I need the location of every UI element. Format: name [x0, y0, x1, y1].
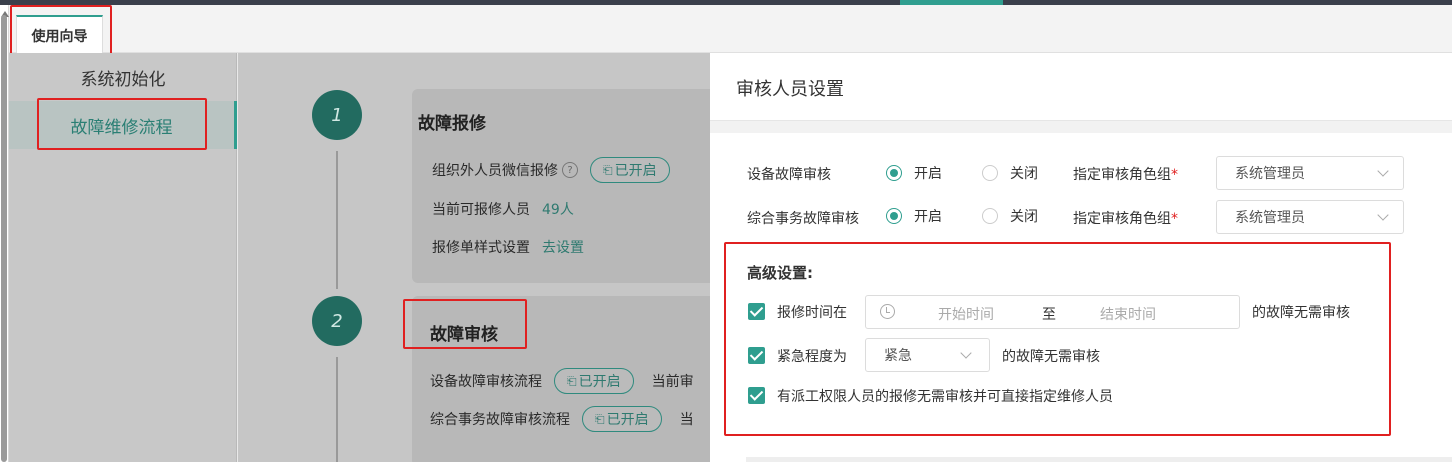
sidebar-item-init[interactable]: 系统初始化	[9, 53, 237, 101]
general-review-label: 综合事务故障审核	[747, 211, 859, 227]
row-trail: 当	[679, 412, 694, 428]
drawer-bottom-section	[746, 457, 1452, 462]
highlight-box-advanced	[724, 242, 1391, 436]
required-mark: *	[1171, 211, 1178, 227]
device-review-off-radio[interactable]	[982, 165, 998, 181]
row-trail: 当前审	[651, 374, 694, 390]
radio-label[interactable]: 关闭	[1010, 206, 1038, 226]
device-review-label: 设备故障审核	[747, 167, 831, 183]
row-label: 当前可报修人员	[432, 202, 530, 218]
device-role-select[interactable]: 系统管理员	[1216, 156, 1404, 190]
help-icon[interactable]: ?	[562, 162, 578, 178]
step-card-report: 故障报修 组织外人员微信报修 ? ⎗ 已开启 当前可报修人员 49人 报修单样式设…	[412, 89, 710, 283]
row-label: 组织外人员微信报修	[432, 163, 558, 179]
role-group-label-text: 指定审核角色组	[1073, 167, 1171, 183]
row-style: 报修单样式设置 去设置	[432, 237, 584, 257]
step-number-2: 2	[312, 296, 362, 346]
chevron-down-icon	[1377, 209, 1389, 221]
status-tag-label: 已开启	[606, 412, 649, 428]
status-tag[interactable]: ⎗ 已开启	[554, 368, 634, 394]
highlight-box-review	[403, 299, 527, 349]
card-title: 故障报修	[418, 114, 486, 134]
step-number-text: 2	[331, 310, 343, 332]
drawer-header: 审核人员设置	[710, 53, 1452, 121]
radio-label[interactable]: 开启	[914, 163, 942, 183]
row-device-review: 设备故障审核流程 ⎗ 已开启 当前审	[430, 368, 694, 394]
drawer-title: 审核人员设置	[736, 79, 844, 100]
unlock-icon: ⎗	[595, 411, 605, 426]
step-connector	[336, 151, 338, 289]
required-mark: *	[1171, 167, 1178, 183]
row-label: 设备故障审核流程	[430, 374, 542, 390]
general-role-select[interactable]: 系统管理员	[1216, 200, 1404, 234]
select-value: 系统管理员	[1235, 166, 1305, 182]
step-number-1: 1	[312, 90, 362, 140]
people-count-link[interactable]: 49人	[542, 199, 574, 219]
status-tag-label: 已开启	[578, 374, 621, 390]
scroll-thumb[interactable]	[1, 15, 7, 462]
status-tag[interactable]: ⎗ 已开启	[582, 406, 662, 432]
row-people: 当前可报修人员 49人	[432, 199, 574, 219]
sidebar-item-label: 系统初始化	[80, 69, 166, 90]
step-connector	[336, 357, 338, 462]
step-number-text: 1	[331, 104, 343, 126]
row-label: 综合事务故障审核流程	[430, 412, 570, 428]
role-group-label: 指定审核角色组*	[1073, 208, 1178, 228]
radio-label[interactable]: 关闭	[1010, 163, 1038, 183]
go-settings-link[interactable]: 去设置	[542, 237, 584, 257]
left-scrollbar[interactable]	[0, 5, 9, 462]
radio-label[interactable]: 开启	[914, 206, 942, 226]
unlock-icon: ⎗	[567, 373, 577, 388]
row-general-review: 综合事务故障审核流程 ⎗ 已开启 当	[430, 406, 694, 432]
device-review-on-radio[interactable]	[886, 165, 902, 181]
unlock-icon: ⎗	[603, 162, 613, 177]
role-group-label: 指定审核角色组*	[1073, 164, 1178, 184]
row-label: 报修单样式设置	[432, 240, 530, 256]
select-value: 系统管理员	[1235, 210, 1305, 226]
drawer-divider	[710, 121, 1452, 133]
main-content: 1 2 故障报修 组织外人员微信报修 ? ⎗ 已开启 当前可报修人员 49人 报修…	[238, 53, 710, 462]
row-wechat: 组织外人员微信报修 ? ⎗ 已开启	[432, 157, 670, 183]
tab-bar: 使用向导	[9, 5, 1452, 55]
chevron-down-icon	[1377, 165, 1389, 177]
highlight-box-nav	[37, 98, 207, 150]
general-review-on-radio[interactable]	[886, 208, 902, 224]
role-group-label-text: 指定审核角色组	[1073, 211, 1171, 227]
general-review-off-radio[interactable]	[982, 208, 998, 224]
status-tag-label: 已开启	[614, 163, 657, 179]
status-tag[interactable]: ⎗ 已开启	[590, 157, 670, 183]
